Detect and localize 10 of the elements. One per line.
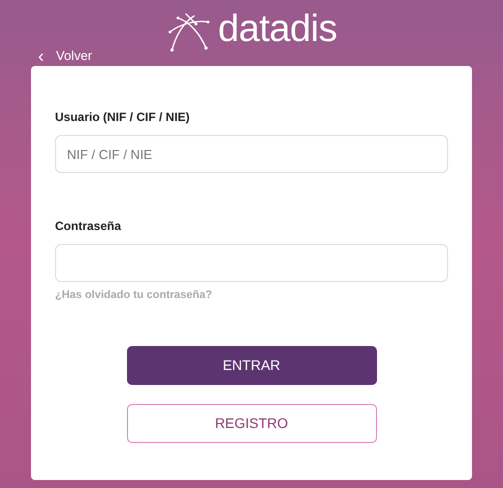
register-button[interactable]: REGISTRO [126,404,376,442]
field-label: Contraseña [55,218,122,235]
field-label: Usuario (NIF / CIF / NIE) [55,109,190,126]
chevron-left-icon: ‹ [38,47,44,65]
back-link[interactable]: ‹ Volver [38,46,92,66]
password-field[interactable] [55,244,448,282]
back-label: Volver [56,47,92,66]
logo-wordmark: datadis [218,10,338,48]
username-field[interactable]: NIF / CIF / NIE [55,135,448,173]
login-button[interactable]: ENTRAR [126,346,376,384]
